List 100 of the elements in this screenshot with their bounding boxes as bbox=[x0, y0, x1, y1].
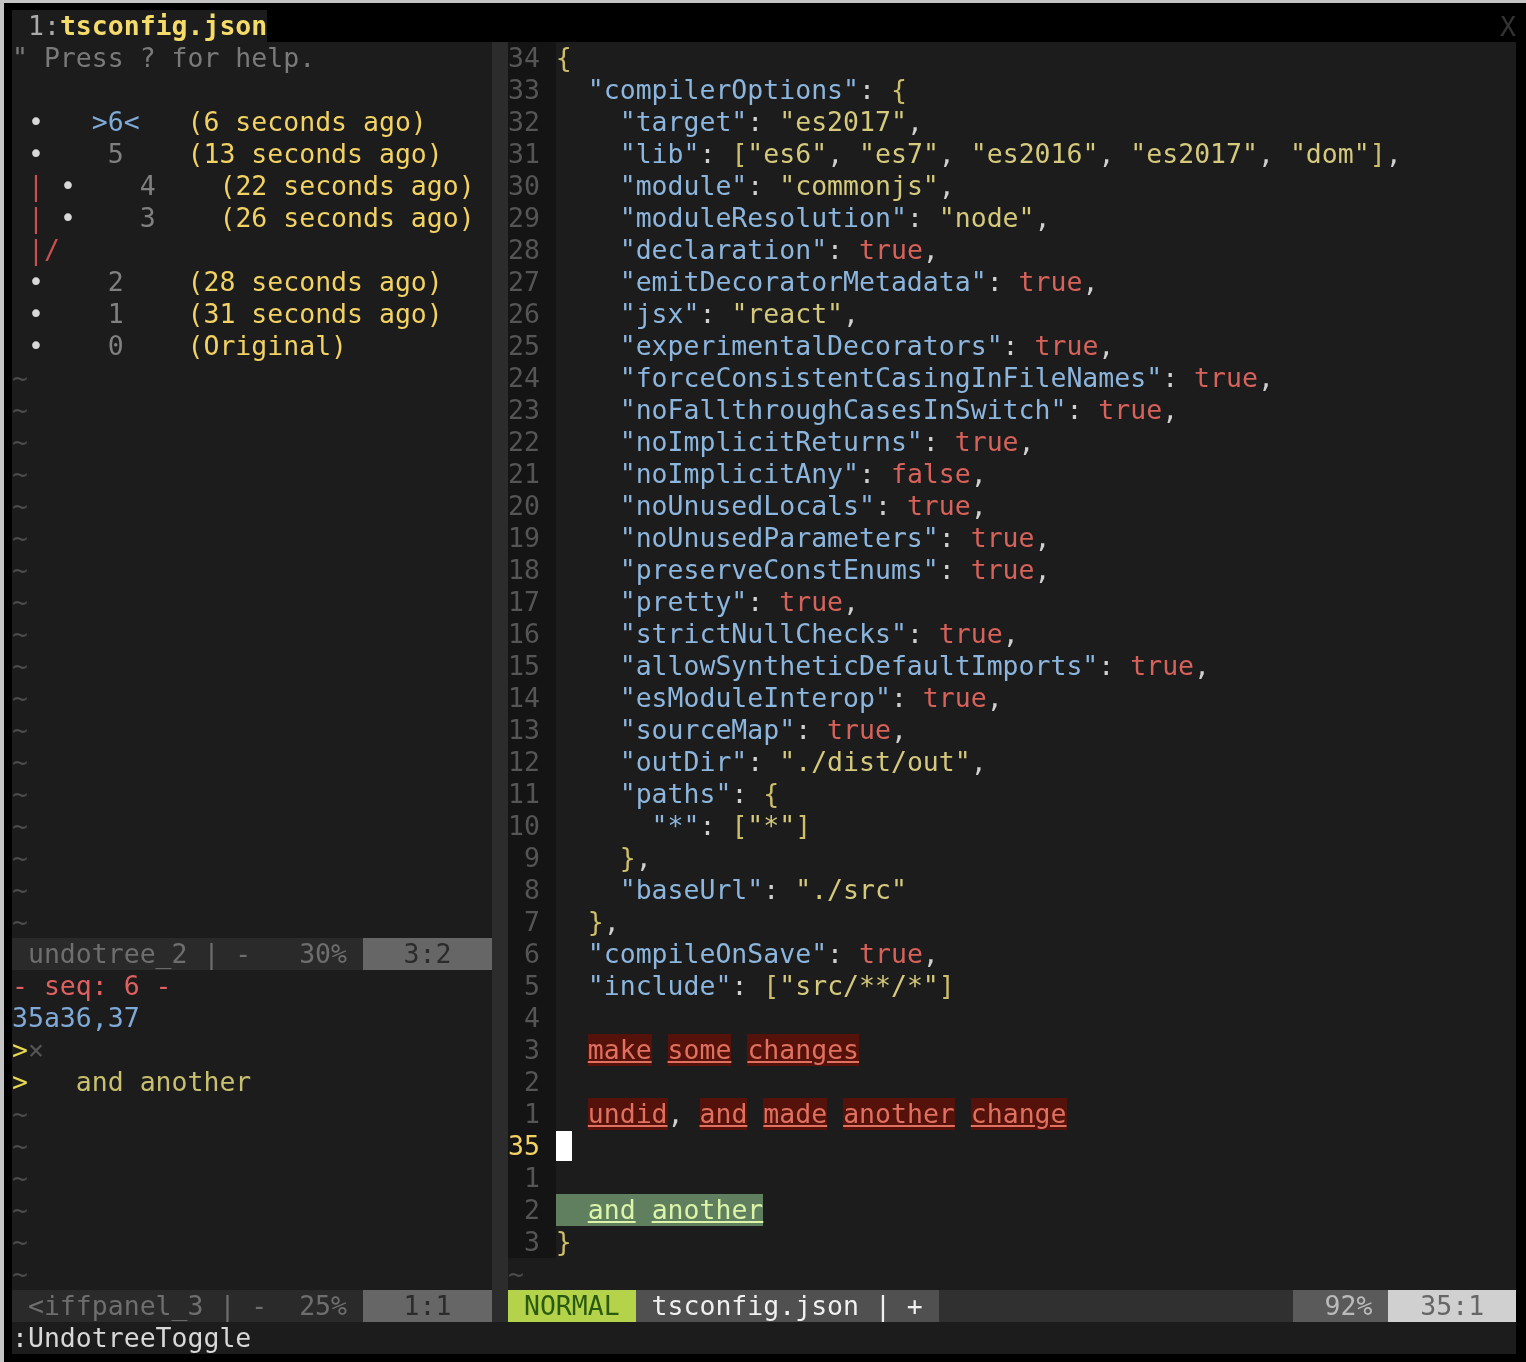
undo-time: (6 seconds ago) bbox=[187, 106, 427, 138]
bracket: ] bbox=[1369, 138, 1386, 170]
json-key: "noUnusedLocals" bbox=[619, 490, 875, 522]
json-key: "compilerOptions" bbox=[587, 74, 859, 106]
punctuation: : bbox=[1002, 330, 1020, 362]
json-boolean: true bbox=[1130, 650, 1195, 682]
empty-line-marker: ~ bbox=[12, 650, 28, 682]
json-key: "noImplicitReturns" bbox=[619, 426, 923, 458]
empty-line-marker: ~ bbox=[12, 1098, 28, 1130]
undo-time: (13 seconds ago) bbox=[187, 138, 443, 170]
bracket: { bbox=[555, 42, 572, 74]
line-number: 29 bbox=[508, 202, 556, 234]
undo-sequence[interactable]: 3 bbox=[123, 202, 172, 234]
punctuation: : bbox=[747, 170, 765, 202]
punctuation: , bbox=[938, 170, 955, 202]
line-number: 31 bbox=[508, 138, 556, 170]
added-word: and bbox=[587, 1194, 636, 1226]
punctuation: : bbox=[938, 554, 956, 586]
line-number: 25 bbox=[508, 330, 556, 362]
json-string: "./dist/out" bbox=[779, 746, 971, 778]
json-boolean: true bbox=[970, 554, 1035, 586]
bracket: } bbox=[587, 906, 604, 938]
punctuation: : bbox=[763, 874, 781, 906]
line-number: 4 bbox=[508, 1002, 556, 1034]
deleted-word: change bbox=[970, 1098, 1067, 1130]
punctuation: , bbox=[970, 490, 987, 522]
empty-line-marker: ~ bbox=[12, 522, 28, 554]
diff-marker: > bbox=[12, 1066, 28, 1098]
json-boolean: true bbox=[954, 426, 1019, 458]
json-boolean: true bbox=[1018, 266, 1083, 298]
punctuation: , bbox=[1002, 618, 1019, 650]
json-key: "noImplicitAny" bbox=[619, 458, 859, 490]
scroll-percent: 92% bbox=[1292, 1290, 1389, 1322]
line-number: 34 bbox=[508, 42, 556, 74]
punctuation: , bbox=[890, 714, 907, 746]
line-number: 16 bbox=[508, 618, 556, 650]
added-word: another bbox=[651, 1194, 764, 1226]
punctuation: , bbox=[922, 938, 939, 970]
line-number: 2 bbox=[508, 1194, 556, 1226]
tree-bullet-label: • bbox=[59, 202, 76, 234]
punctuation: : bbox=[747, 746, 765, 778]
json-boolean: true bbox=[859, 938, 923, 970]
punctuation: , bbox=[603, 906, 620, 938]
punctuation: , bbox=[1082, 266, 1099, 298]
json-boolean: true bbox=[938, 618, 1003, 650]
punctuation: : bbox=[731, 778, 749, 810]
line-number: 32 bbox=[508, 106, 556, 138]
undo-sequence[interactable]: 0 bbox=[91, 330, 140, 362]
empty-line-marker: ~ bbox=[12, 394, 28, 426]
punctuation: : bbox=[827, 234, 845, 266]
line-number: 33 bbox=[508, 74, 556, 106]
json-string: "es2017" bbox=[1130, 138, 1258, 170]
punctuation: : bbox=[827, 938, 845, 970]
command-line[interactable]: :UndotreeToggle bbox=[12, 1322, 252, 1353]
punctuation: , bbox=[1257, 138, 1275, 170]
mode-indicator: NORMAL bbox=[508, 1290, 636, 1322]
buffer-name: undotree_2 | - bbox=[27, 938, 252, 970]
undo-sequence[interactable]: 5 bbox=[91, 138, 140, 170]
undo-sequence[interactable]: 4 bbox=[123, 170, 172, 202]
punctuation: : bbox=[1066, 394, 1084, 426]
undo-sequence[interactable]: 1 bbox=[91, 298, 140, 330]
undo-sequence[interactable]: 2 bbox=[91, 266, 140, 298]
line-number: 6 bbox=[508, 938, 556, 970]
punctuation: , bbox=[1034, 202, 1051, 234]
undo-time: (28 seconds ago) bbox=[187, 266, 443, 298]
punctuation: , bbox=[827, 138, 845, 170]
line-number: 2 bbox=[508, 1066, 556, 1098]
json-boolean: true bbox=[970, 522, 1035, 554]
branch-merge: |/ bbox=[27, 234, 60, 266]
empty-line-marker: ~ bbox=[12, 746, 28, 778]
punctuation: : bbox=[731, 970, 749, 1002]
json-key: "declaration" bbox=[619, 234, 828, 266]
punctuation: , bbox=[986, 682, 1003, 714]
json-key: "preserveConstEnums" bbox=[619, 554, 939, 586]
line-number: 22 bbox=[508, 426, 556, 458]
buffer-name: <iffpanel_3 | - bbox=[27, 1290, 268, 1322]
bracket: { bbox=[763, 778, 780, 810]
json-string: "es7" bbox=[859, 138, 939, 170]
cursor-position: 3:2 bbox=[363, 938, 492, 970]
line-number: 28 bbox=[508, 234, 556, 266]
line-number: 30 bbox=[508, 170, 556, 202]
line-number: 23 bbox=[508, 394, 556, 426]
file-name: tsconfig.json | + bbox=[635, 1290, 939, 1322]
undo-sequence[interactable]: >6< bbox=[91, 106, 140, 138]
bracket: [ bbox=[763, 970, 780, 1002]
json-key: "outDir" bbox=[619, 746, 748, 778]
json-key: "noFallthroughCasesInSwitch" bbox=[619, 394, 1067, 426]
json-key: "include" bbox=[587, 970, 732, 1002]
json-key: "emitDecoratorMetadata" bbox=[619, 266, 987, 298]
json-string: "es6" bbox=[747, 138, 828, 170]
punctuation: : bbox=[747, 106, 765, 138]
tab[interactable]: 1:tsconfig.json bbox=[12, 10, 268, 42]
empty-line-marker: ~ bbox=[12, 1130, 28, 1162]
json-string: "commonjs" bbox=[779, 170, 939, 202]
undo-time: (22 seconds ago) bbox=[219, 170, 475, 202]
json-boolean: true bbox=[779, 586, 844, 618]
empty-line-marker: ~ bbox=[12, 1258, 28, 1290]
punctuation: : bbox=[747, 586, 765, 618]
empty-line-marker: ~ bbox=[12, 1194, 28, 1226]
punctuation: : bbox=[795, 714, 813, 746]
